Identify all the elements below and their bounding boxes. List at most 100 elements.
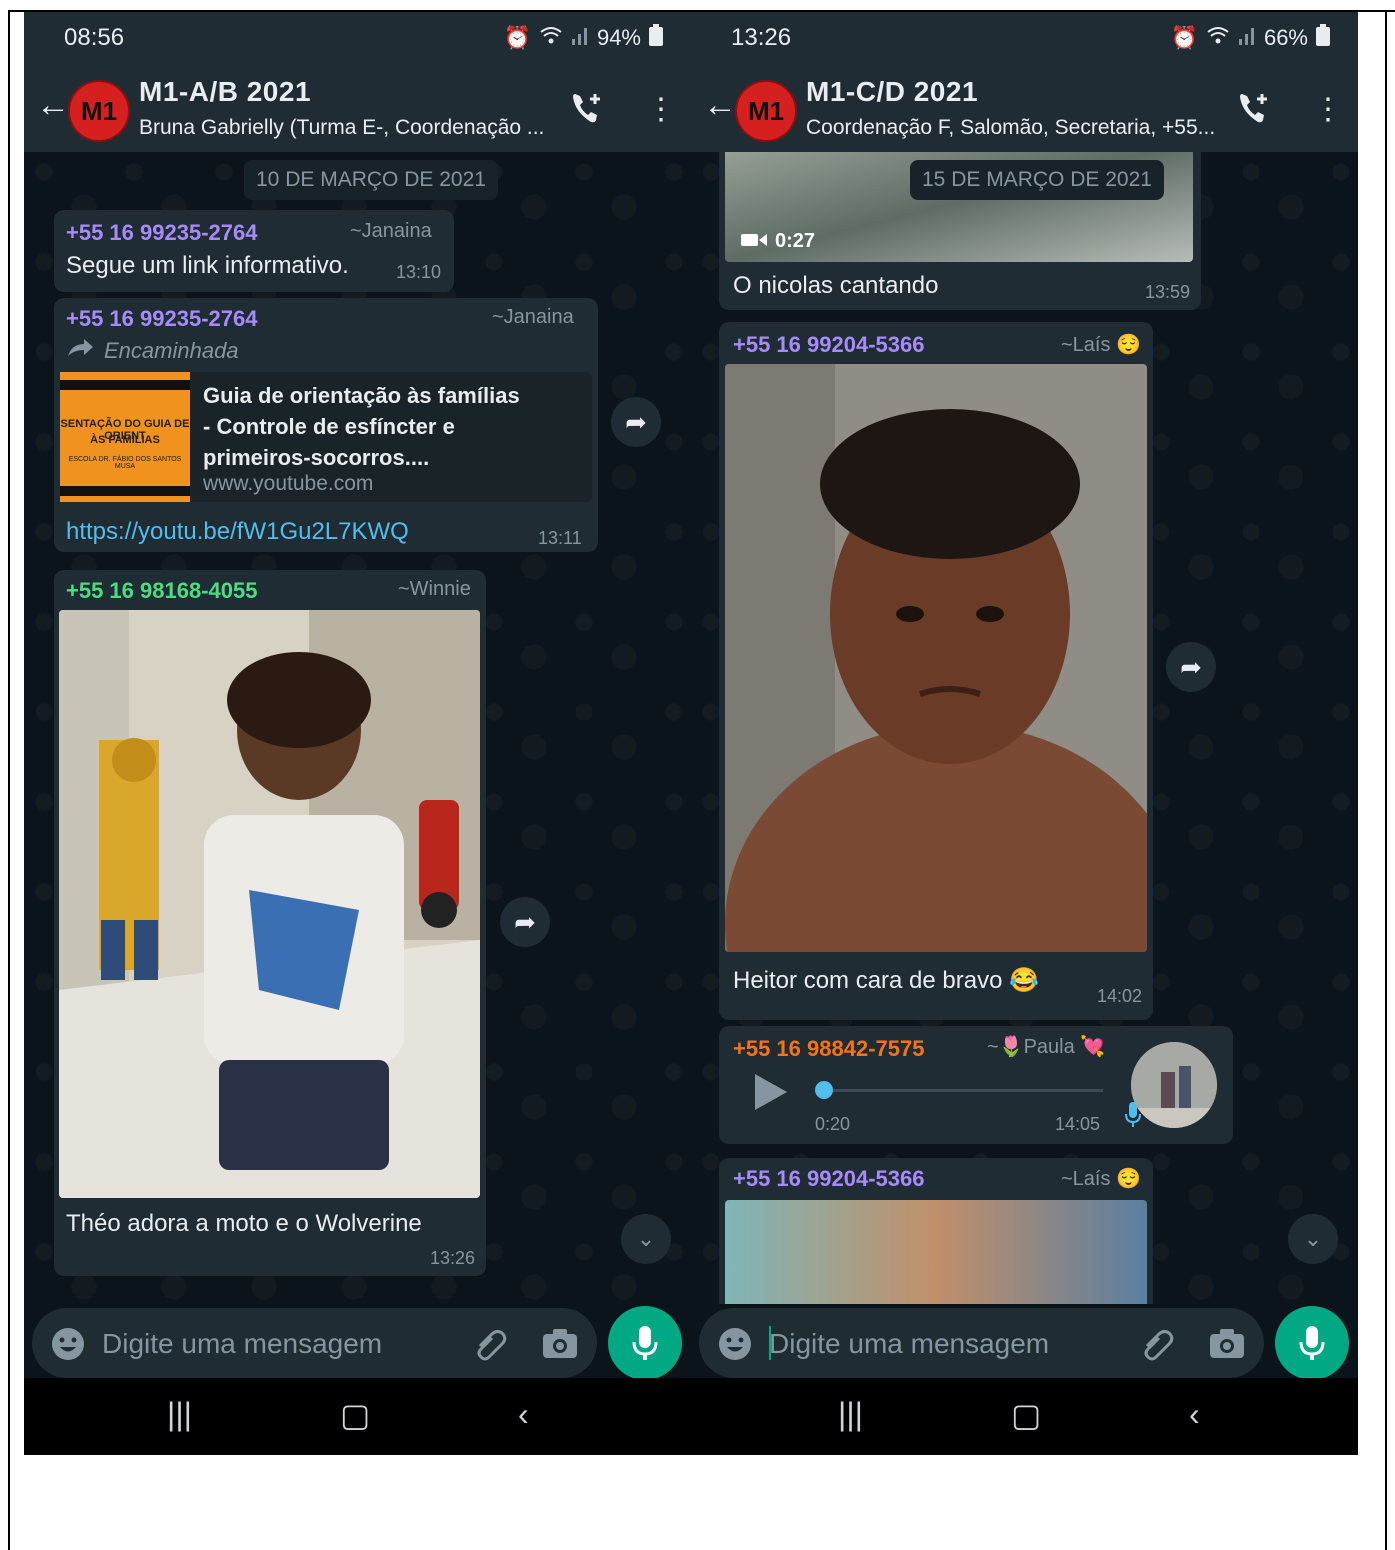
message-bubble[interactable]: +55 16 99235-2764 ~Janaina Segue um link… <box>54 210 454 292</box>
photo-image[interactable] <box>725 364 1147 952</box>
message-text: Segue um link informativo. <box>66 252 349 279</box>
attach-icon[interactable] <box>1139 1326 1175 1369</box>
message-input-bar: Digite uma mensagem <box>691 1304 1358 1382</box>
chat-header[interactable]: ← M1 M1-A/B 2021 Bruna Gabrielly (Turma … <box>24 64 691 152</box>
message-nick: ~Winnie <box>398 578 471 600</box>
group-title[interactable]: M1-A/B 2021 <box>139 76 311 108</box>
message-bubble[interactable]: +55 16 99235-2764 ~Janaina Encaminhada S… <box>54 298 598 552</box>
video-caption: O nicolas cantando <box>733 272 939 299</box>
photo-image[interactable] <box>59 610 480 1198</box>
mic-icon <box>1298 1324 1326 1367</box>
system-nav-bar: ||| ▢ ‹ <box>24 1378 691 1455</box>
message-time: 13:11 <box>538 528 582 548</box>
mic-icon <box>631 1324 659 1367</box>
audio-progress-track[interactable] <box>823 1089 1103 1092</box>
scroll-down-icon[interactable]: ⌄ <box>621 1214 671 1264</box>
message-nick: ~🌷Paula 💘 <box>987 1036 1106 1058</box>
chat-area[interactable]: 10 DE MARÇO DE 2021 +55 16 99235-2764 ~J… <box>24 152 691 1304</box>
status-icons: ⏰ 66% <box>1171 24 1330 52</box>
home-icon[interactable]: ▢ <box>1011 1396 1041 1434</box>
message-bubble[interactable]: +55 16 99204-5366 ~Laís 😌 <box>719 1158 1153 1304</box>
message-time: 14:02 <box>1097 986 1143 1006</box>
message-time: 13:59 <box>1145 282 1191 302</box>
audio-progress-knob[interactable] <box>815 1081 833 1099</box>
emoji-icon[interactable] <box>717 1326 753 1367</box>
message-sender[interactable]: +55 16 98168-4055 <box>66 578 257 604</box>
mic-button[interactable] <box>608 1306 682 1380</box>
back-arrow-icon[interactable]: ← <box>36 88 70 122</box>
forwarded-icon <box>66 338 94 363</box>
home-icon[interactable]: ▢ <box>340 1396 370 1434</box>
audio-duration: 0:20 <box>815 1114 851 1134</box>
group-title[interactable]: M1-C/D 2021 <box>806 76 978 108</box>
message-input[interactable]: Digite uma mensagem <box>699 1308 1264 1378</box>
group-avatar[interactable]: M1 <box>68 80 130 142</box>
nav-back-icon[interactable]: ‹ <box>1189 1396 1200 1433</box>
add-call-icon[interactable] <box>569 90 605 131</box>
status-icons: ⏰ 94% <box>504 24 663 52</box>
chat-header[interactable]: ← M1 M1-C/D 2021 Coordenação F, Salomão,… <box>691 64 1358 152</box>
group-avatar[interactable]: M1 <box>735 80 797 142</box>
signal-icon <box>571 25 589 51</box>
recent-apps-icon[interactable]: ||| <box>167 1396 192 1433</box>
date-chip: 15 DE MARÇO DE 2021 <box>910 160 1164 200</box>
message-bubble[interactable]: +55 16 99204-5366 ~Laís 😌 Heitor com car… <box>719 322 1153 1020</box>
group-members[interactable]: Coordenação F, Salomão, Secretaria, +55.… <box>806 116 1216 140</box>
forwarded-label: Encaminhada <box>104 338 239 363</box>
photo-caption: Heitor com cara de bravo 😂 <box>733 967 1039 994</box>
battery-icon <box>649 24 663 52</box>
message-bubble[interactable]: +55 16 98168-4055 ~Winnie Théo adora a m… <box>54 570 486 1276</box>
frame-left-border <box>8 10 10 1550</box>
wifi-icon <box>1206 25 1230 51</box>
mic-button[interactable] <box>1275 1306 1349 1380</box>
message-input[interactable]: Digite uma mensagem <box>32 1308 597 1378</box>
left-phone-screen: 08:56 ⏰ 94% ← M1 M1-A/B 2021 Bruna Gabri… <box>24 12 691 1455</box>
camera-icon[interactable] <box>542 1326 578 1365</box>
video-icon <box>741 232 767 253</box>
message-sender[interactable]: +55 16 99204-5366 <box>733 1166 924 1192</box>
nav-back-icon[interactable]: ‹ <box>518 1396 529 1433</box>
camera-icon[interactable] <box>1209 1326 1245 1365</box>
photo-image[interactable] <box>725 1200 1147 1304</box>
message-sender[interactable]: +55 16 98842-7575 <box>733 1036 924 1062</box>
right-phone-screen: 13:26 ⏰ 66% ← M1 M1-C/D 2021 Coordenação… <box>691 12 1358 1455</box>
attach-icon[interactable] <box>472 1326 508 1369</box>
message-time: 14:05 <box>1055 1114 1101 1134</box>
system-nav-bar: ||| ▢ ‹ <box>691 1378 1358 1455</box>
play-icon[interactable] <box>755 1074 787 1115</box>
more-vert-icon[interactable]: ⋮ <box>1313 92 1343 127</box>
forward-icon[interactable]: ➦ <box>500 897 550 947</box>
message-nick: ~Janaina <box>350 220 432 242</box>
link-preview-url: www.youtube.com <box>203 472 374 495</box>
scroll-down-icon[interactable]: ⌄ <box>1288 1214 1338 1264</box>
add-call-icon[interactable] <box>1236 90 1272 131</box>
group-members[interactable]: Bruna Gabrielly (Turma E-, Coordenação .… <box>139 116 549 140</box>
message-input-bar: Digite uma mensagem <box>24 1304 691 1382</box>
battery-percent: 94% <box>596 25 641 50</box>
chat-area[interactable]: 0:27 O nicolas cantando 13:59 15 DE MARÇ… <box>691 152 1358 1304</box>
alarm-icon: ⏰ <box>503 25 531 50</box>
message-link[interactable]: https://youtu.be/fW1Gu2L7KWQ <box>66 518 409 546</box>
message-placeholder: Digite uma mensagem <box>102 1328 383 1359</box>
recent-apps-icon[interactable]: ||| <box>838 1396 863 1433</box>
forward-icon[interactable]: ➦ <box>1166 642 1216 692</box>
forward-icon[interactable]: ➦ <box>611 397 661 447</box>
date-chip: 10 DE MARÇO DE 2021 <box>244 160 498 200</box>
video-duration: 0:27 <box>775 230 816 252</box>
more-vert-icon[interactable]: ⋮ <box>646 92 676 127</box>
voice-message-bubble[interactable]: +55 16 98842-7575 ~🌷Paula 💘 0:20 14:05 <box>719 1026 1233 1144</box>
message-nick: ~Laís 😌 <box>1061 1168 1141 1190</box>
back-arrow-icon[interactable]: ← <box>703 88 737 122</box>
status-bar: 08:56 ⏰ 94% <box>24 12 691 64</box>
status-time: 08:56 <box>64 24 125 51</box>
message-nick: ~Laís 😌 <box>1061 334 1141 356</box>
message-sender[interactable]: +55 16 99235-2764 <box>66 220 257 246</box>
link-preview[interactable]: SENTAÇÃO DO GUIA DE ORIENT ÀS FAMÍLIAS E… <box>60 372 592 502</box>
message-sender[interactable]: +55 16 99204-5366 <box>733 332 924 358</box>
status-bar: 13:26 ⏰ 66% <box>691 12 1358 64</box>
message-sender[interactable]: +55 16 99235-2764 <box>66 306 257 332</box>
link-preview-title: Guia de orientação às famílias - Control… <box>203 383 520 470</box>
emoji-icon[interactable] <box>50 1326 86 1367</box>
avatar <box>1131 1042 1217 1128</box>
wifi-icon <box>539 25 563 51</box>
